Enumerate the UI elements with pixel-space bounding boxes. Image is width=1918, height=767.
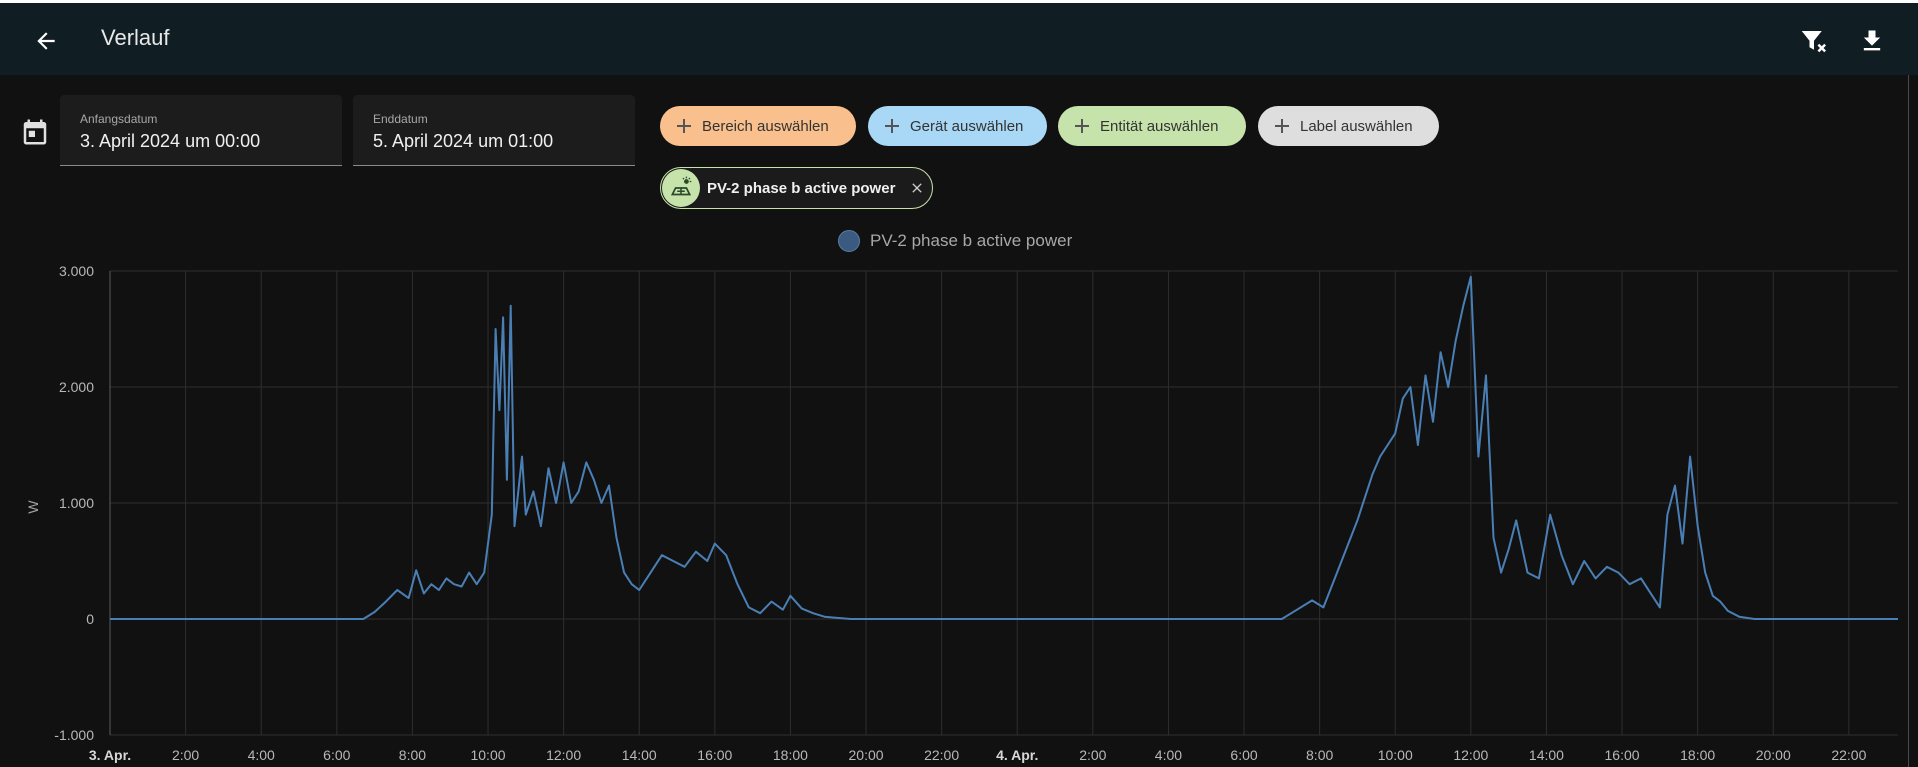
entity-avatar (662, 169, 700, 207)
x-tick-label: 20:00 (1756, 747, 1791, 763)
plus-icon (885, 119, 899, 133)
x-tick-label: 20:00 (849, 747, 884, 763)
x-tick-label: 4. Apr. (996, 747, 1038, 763)
end-date-field[interactable]: Enddatum 5. April 2024 um 01:00 (353, 95, 635, 166)
end-date-label: Enddatum (373, 112, 428, 126)
x-tick-label: 22:00 (924, 747, 959, 763)
end-date-value: 5. April 2024 um 01:00 (373, 131, 554, 151)
x-tick-label: 2:00 (172, 747, 199, 763)
legend-series-swatch (838, 230, 860, 252)
selected-entity-name: PV-2 phase b active power (707, 180, 896, 197)
x-tick-label: 12:00 (1453, 747, 1488, 763)
y-tick-label: 2.000 (59, 379, 94, 395)
x-tick-label: 16:00 (697, 747, 732, 763)
filter-remove-icon (1801, 31, 1826, 53)
x-tick-label: 8:00 (399, 747, 426, 763)
remove-entity-button[interactable] (907, 178, 927, 198)
top-app-bar: Verlauf (0, 0, 1918, 75)
y-axis-label: W (25, 500, 41, 514)
x-tick-label: 16:00 (1605, 747, 1640, 763)
chart-legend[interactable]: PV-2 phase b active power (838, 230, 1072, 252)
x-tick-label: 14:00 (622, 747, 657, 763)
x-tick-label: 12:00 (546, 747, 581, 763)
start-date-field[interactable]: Anfangsdatum 3. April 2024 um 00:00 (60, 95, 342, 166)
select-label-chip[interactable]: Label auswählen (1258, 106, 1439, 146)
solar-power-icon (670, 176, 692, 196)
x-tick-label: 6:00 (323, 747, 350, 763)
plus-icon (677, 119, 691, 133)
select-area-label: Bereich auswählen (702, 117, 829, 135)
x-tick-label: 10:00 (1378, 747, 1413, 763)
select-area-chip[interactable]: Bereich auswählen (660, 106, 856, 146)
start-date-value: 3. April 2024 um 00:00 (80, 131, 261, 151)
arrow-left-icon (37, 32, 55, 50)
select-device-chip[interactable]: Gerät auswählen (868, 106, 1047, 146)
download-button[interactable] (1850, 20, 1894, 62)
right-edge-divider (1908, 75, 1909, 767)
plus-icon (1075, 119, 1089, 133)
download-icon (1863, 30, 1881, 51)
selected-entity-chip[interactable]: PV-2 phase b active power (660, 167, 933, 209)
clear-filter-button[interactable] (1791, 20, 1835, 62)
y-tick-label: 0 (86, 611, 94, 627)
history-chart[interactable]: 3.000 2.000 1.000 0 -1.000 3. Apr. 2:00 4:00 6:… (0, 255, 1908, 767)
y-tick-label: 1.000 (59, 495, 94, 511)
x-tick-label: 18:00 (1680, 747, 1715, 763)
calendar-icon[interactable] (20, 117, 50, 147)
x-tick-label: 18:00 (773, 747, 808, 763)
select-entity-label: Entität auswählen (1100, 117, 1219, 135)
y-tick-label: -1.000 (54, 727, 94, 743)
series-line-pv2-phase-b (110, 275, 1898, 620)
x-tick-label: 22:00 (1831, 747, 1866, 763)
x-tick-label: 8:00 (1306, 747, 1333, 763)
x-tick-label: 6:00 (1230, 747, 1257, 763)
x-tick-label: 10:00 (470, 747, 505, 763)
x-tick-label: 14:00 (1529, 747, 1564, 763)
x-tick-label: 3. Apr. (89, 747, 131, 763)
y-tick-label: 3.000 (59, 263, 94, 279)
plus-icon (1275, 119, 1289, 133)
x-tick-label: 2:00 (1079, 747, 1106, 763)
select-device-label: Gerät auswählen (910, 117, 1024, 135)
x-tick-label: 4:00 (248, 747, 275, 763)
close-icon (912, 183, 922, 193)
back-button[interactable] (22, 20, 70, 62)
page-title: Verlauf (101, 25, 170, 50)
select-entity-chip[interactable]: Entität auswählen (1058, 106, 1246, 146)
x-tick-label: 4:00 (1155, 747, 1182, 763)
legend-series-name: PV-2 phase b active power (870, 231, 1073, 250)
start-date-label: Anfangsdatum (80, 112, 158, 126)
select-label-label: Label auswählen (1300, 117, 1413, 135)
